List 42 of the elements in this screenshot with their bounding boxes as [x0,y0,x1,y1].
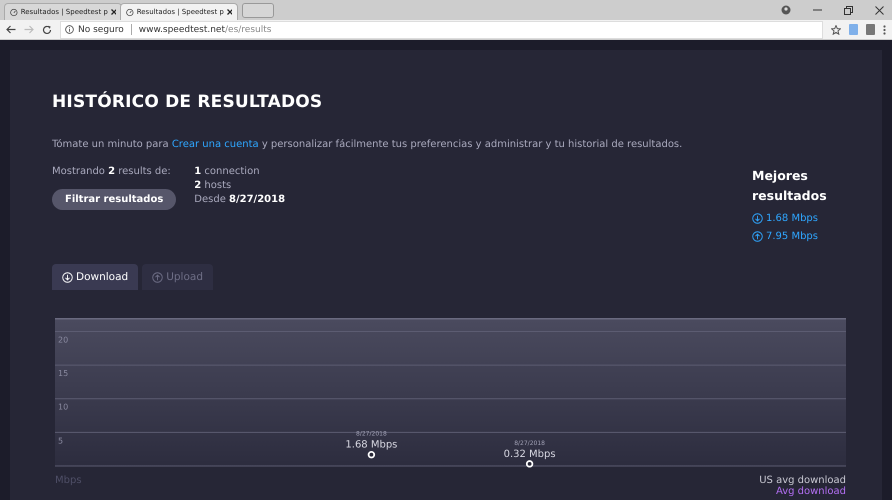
gauge-icon [126,8,134,16]
chart-tab[interactable]: Download [52,264,138,290]
page-title: HISTÓRICO DE RESULTADOS [52,92,324,112]
filter-button[interactable]: Filtrar resultados [52,189,176,210]
point-value: 1.68 Mbps [345,440,398,451]
download-icon [62,272,73,282]
close-icon[interactable] [226,9,232,15]
y-tick-label: 20 [58,335,68,344]
best-speed: 7.95 Mbps [766,231,818,242]
close-icon[interactable] [110,9,116,15]
info-icon [65,25,74,34]
point-value: 0.32 Mbps [504,448,556,460]
back-icon[interactable] [6,25,16,34]
y-tick-label: 5 [58,436,64,446]
url-text: www.speedtest.net/es/results [138,24,272,34]
upload-icon [752,231,763,242]
data-point[interactable] [526,460,534,468]
create-account-link[interactable]: Crear una cuenta [172,139,259,150]
star-icon[interactable] [831,24,841,34]
y-tick-label: 10 [58,402,68,412]
address-bar[interactable]: No seguro www.speedtest.net/es/results [60,20,823,38]
best-results-title: Mejores resultados [752,167,828,205]
best-speed: 1.68 Mbps [766,213,818,224]
intro-text: Tómate un minuto para Crear una cuenta y personalizar fácilmente tus preferencias y administrar y tu historial de resultados. [52,139,684,150]
legend-label: US avg download [759,475,846,486]
legend-label: Avg download [776,486,846,497]
profile-icon[interactable] [781,5,791,15]
close-icon[interactable] [875,6,884,14]
download-icon [752,213,763,224]
data-point[interactable] [368,451,376,458]
connections-count: 1 connection [194,166,261,177]
security-label: No seguro [78,24,124,34]
menu-icon[interactable] [883,24,886,34]
results-count: Mostrando 2 results de: [52,166,172,177]
gauge-icon [10,8,18,16]
y-tick-label: 15 [58,369,68,378]
since-date: Desde 8/27/2018 [194,194,286,205]
hosts-count: 2 hosts [194,180,232,191]
minimize-icon[interactable] [813,9,822,11]
restore-icon[interactable] [844,6,853,14]
reload-icon[interactable] [42,24,52,34]
upload-icon [152,272,164,282]
